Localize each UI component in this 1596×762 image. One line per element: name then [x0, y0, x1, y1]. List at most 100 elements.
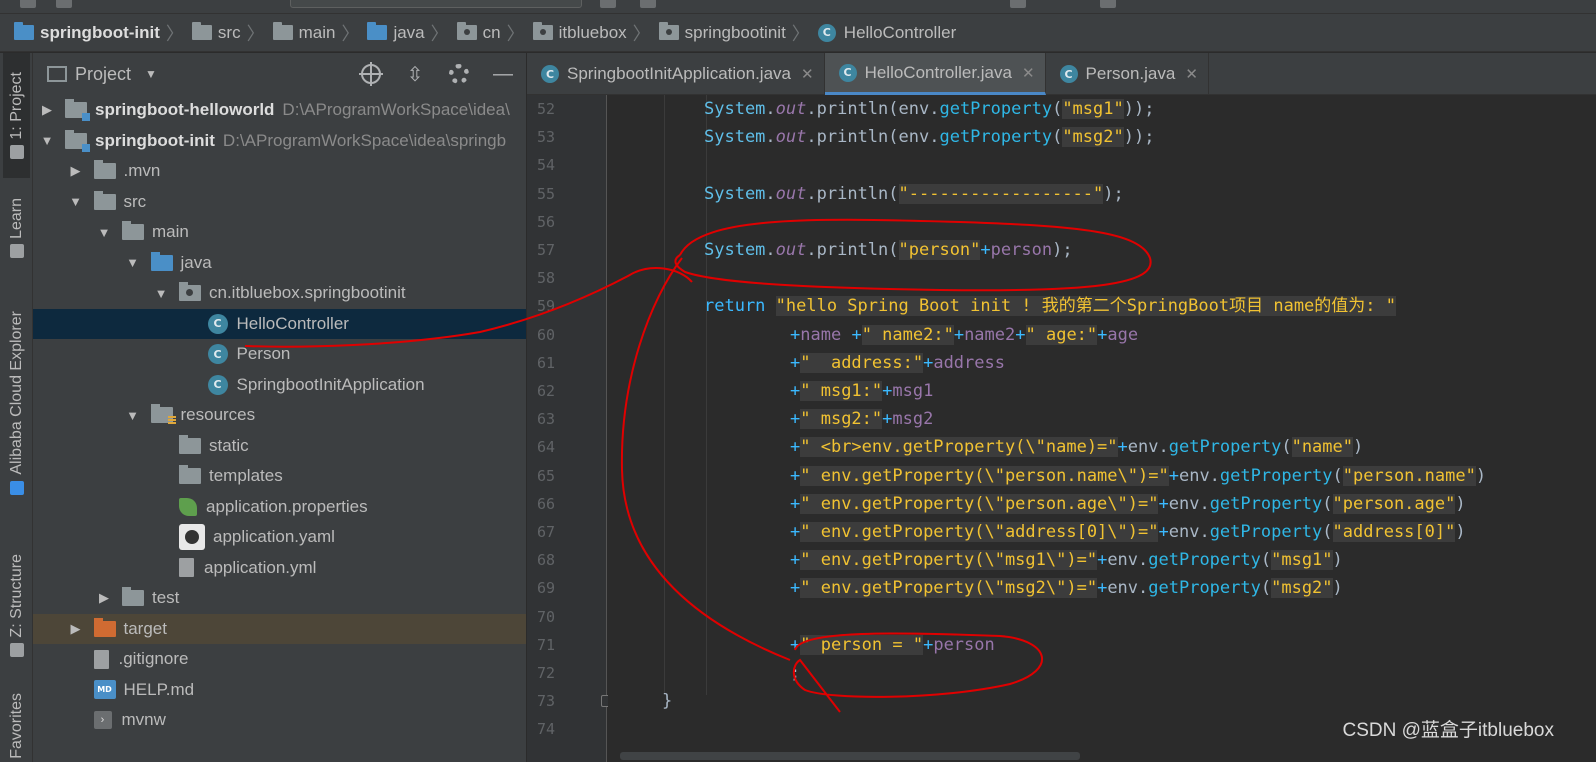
- toolbar-icon[interactable]: [640, 0, 656, 8]
- chevron-down-icon[interactable]: ▼: [145, 67, 157, 81]
- breadcrumb-label: java: [393, 22, 425, 42]
- collapse-all-button[interactable]: ⇳: [404, 63, 426, 86]
- tree-item[interactable]: ▼ src: [33, 187, 526, 217]
- class-icon: C: [207, 313, 228, 334]
- editor-tab[interactable]: C SpringbootInitApplication.java ✕: [527, 53, 825, 95]
- line-number: 64: [536, 438, 555, 457]
- code-line: +" msg2:"+msg2: [790, 405, 933, 433]
- tree-item[interactable]: ▶CPerson: [33, 339, 526, 369]
- editor-horizontal-scrollbar[interactable]: [620, 752, 1080, 760]
- breadcrumb-item[interactable]: src 〉: [191, 20, 273, 46]
- tree-item[interactable]: ▶ springboot-helloworld D:\AProgramWorkSpa…: [33, 95, 526, 125]
- close-icon[interactable]: ✕: [1185, 65, 1198, 83]
- collapsed-arrow-icon[interactable]: ▶: [96, 590, 112, 606]
- settings-button[interactable]: [448, 63, 470, 85]
- chevron-right-icon: 〉: [246, 23, 265, 44]
- code-text: );: [1103, 183, 1124, 204]
- line-number: 63: [536, 410, 555, 429]
- code-variable: name2: [964, 324, 1016, 345]
- toolbar-icon[interactable]: [1100, 0, 1116, 8]
- line-number: 61: [536, 353, 555, 372]
- expanded-arrow-icon[interactable]: ▼: [68, 194, 84, 209]
- tree-item[interactable]: ▶.gitignore: [33, 644, 526, 674]
- tree-item-label: mvnw: [121, 710, 166, 729]
- tab-favorites[interactable]: Favorites: [3, 693, 30, 762]
- tree-item[interactable]: ▶static: [33, 431, 526, 461]
- close-icon[interactable]: ✕: [1022, 64, 1035, 82]
- tree-item[interactable]: ▶ test: [33, 583, 526, 613]
- line-number: 66: [536, 494, 555, 513]
- code-text: .println(: [806, 240, 899, 260]
- code-operator: +: [1168, 465, 1179, 486]
- code-string-literal: "person": [898, 240, 981, 260]
- code-text: (: [1332, 465, 1343, 486]
- code-string-literal: " env.getProperty(\"msg1\")=": [800, 550, 1098, 571]
- toolbar-icon[interactable]: [600, 0, 616, 8]
- project-title[interactable]: Project: [75, 64, 131, 85]
- collapsed-arrow-icon[interactable]: ▶: [68, 163, 84, 179]
- code-line: +" env.getProperty(\"person.name\")="+en…: [790, 462, 1486, 490]
- tab-project[interactable]: 1: Project: [3, 53, 30, 178]
- tree-item[interactable]: ▼ springboot-init D:\AProgramWorkSpace\ide…: [33, 126, 526, 156]
- expanded-arrow-icon[interactable]: ▼: [153, 286, 169, 301]
- code-class-name: System: [704, 240, 766, 260]
- tree-item[interactable]: ▶›mvnw: [33, 705, 526, 735]
- tree-item[interactable]: ▶ .mvn: [33, 156, 526, 186]
- code-string-literal: " person = ": [800, 634, 924, 655]
- tab-learn[interactable]: Learn: [3, 188, 30, 268]
- breadcrumb-item[interactable]: springbootinit 〉: [658, 20, 818, 46]
- tree-item[interactable]: ▶ target: [33, 613, 526, 644]
- expanded-arrow-icon[interactable]: ▼: [96, 225, 112, 240]
- run-configuration-selector[interactable]: [290, 0, 582, 8]
- code-editor[interactable]: System.out.println(env.getProperty("msg1…: [608, 95, 1596, 762]
- breadcrumb-item[interactable]: java 〉: [367, 20, 456, 46]
- code-line: +" address:"+address: [790, 349, 1005, 377]
- code-text: env.: [898, 99, 940, 119]
- tree-item-label: test: [152, 588, 180, 607]
- close-icon[interactable]: ✕: [801, 65, 814, 83]
- code-static-field: out: [775, 127, 807, 148]
- toolbar-icon[interactable]: [20, 0, 36, 8]
- tree-item[interactable]: ▶MDHELP.md: [33, 675, 526, 705]
- project-view-icon: [47, 66, 67, 82]
- tree-item[interactable]: ▶CHelloController: [33, 308, 526, 339]
- toolbar-icon[interactable]: [56, 0, 72, 8]
- cloud-icon: [9, 480, 24, 495]
- tree-item-path: D:\AProgramWorkSpace\idea\: [282, 100, 510, 119]
- line-number: 65: [536, 466, 555, 485]
- expanded-arrow-icon[interactable]: ▼: [125, 408, 141, 423]
- toolbar-icon[interactable]: [1010, 0, 1026, 8]
- tree-item[interactable]: ▼ resources: [33, 400, 526, 430]
- code-operator: +: [790, 437, 801, 458]
- expanded-arrow-icon[interactable]: ▼: [39, 133, 55, 148]
- breadcrumb-item[interactable]: cn 〉: [456, 20, 533, 46]
- tab-learn-label: Learn: [7, 197, 25, 239]
- code-line: System.out.println(env.getProperty("msg1…: [704, 95, 1154, 123]
- code-variable: person: [933, 634, 995, 655]
- tree-item[interactable]: ▶application.properties: [33, 492, 526, 522]
- tree-item[interactable]: ▼ java: [33, 248, 526, 278]
- editor-tab[interactable]: C HelloController.java ✕: [824, 53, 1046, 95]
- file-icon: [93, 649, 109, 669]
- tree-item[interactable]: ▼ main: [33, 217, 526, 247]
- package-icon: [532, 22, 553, 40]
- locate-file-button[interactable]: [359, 62, 383, 86]
- editor-tab[interactable]: C Person.java ✕: [1046, 53, 1209, 95]
- breadcrumb-item[interactable]: main 〉: [272, 20, 368, 46]
- breadcrumb-item[interactable]: C HelloController: [817, 23, 956, 43]
- tree-item[interactable]: ▶application.yaml: [33, 522, 526, 552]
- folder-icon: [122, 221, 144, 240]
- tree-item[interactable]: ▶application.yml: [33, 553, 526, 583]
- collapsed-arrow-icon[interactable]: ▶: [39, 102, 55, 118]
- left-tool-strip: 1: Project Learn Alibaba Cloud Explorer …: [0, 53, 33, 762]
- collapsed-arrow-icon[interactable]: ▶: [68, 621, 84, 637]
- hide-panel-button[interactable]: —: [492, 63, 514, 85]
- tree-item[interactable]: ▶templates: [33, 461, 526, 491]
- tab-alibaba-cloud-explorer[interactable]: Alibaba Cloud Explorer: [3, 288, 30, 518]
- breadcrumb-item[interactable]: itbluebox 〉: [532, 20, 659, 46]
- expanded-arrow-icon[interactable]: ▼: [125, 255, 141, 270]
- tab-structure[interactable]: Z: Structure: [3, 543, 30, 668]
- tree-item[interactable]: ▼ cn.itbluebox.springbootinit: [33, 278, 526, 308]
- tree-item[interactable]: ▶CSpringbootInitApplication: [33, 370, 526, 400]
- breadcrumb-item[interactable]: springboot-init 〉: [14, 20, 192, 46]
